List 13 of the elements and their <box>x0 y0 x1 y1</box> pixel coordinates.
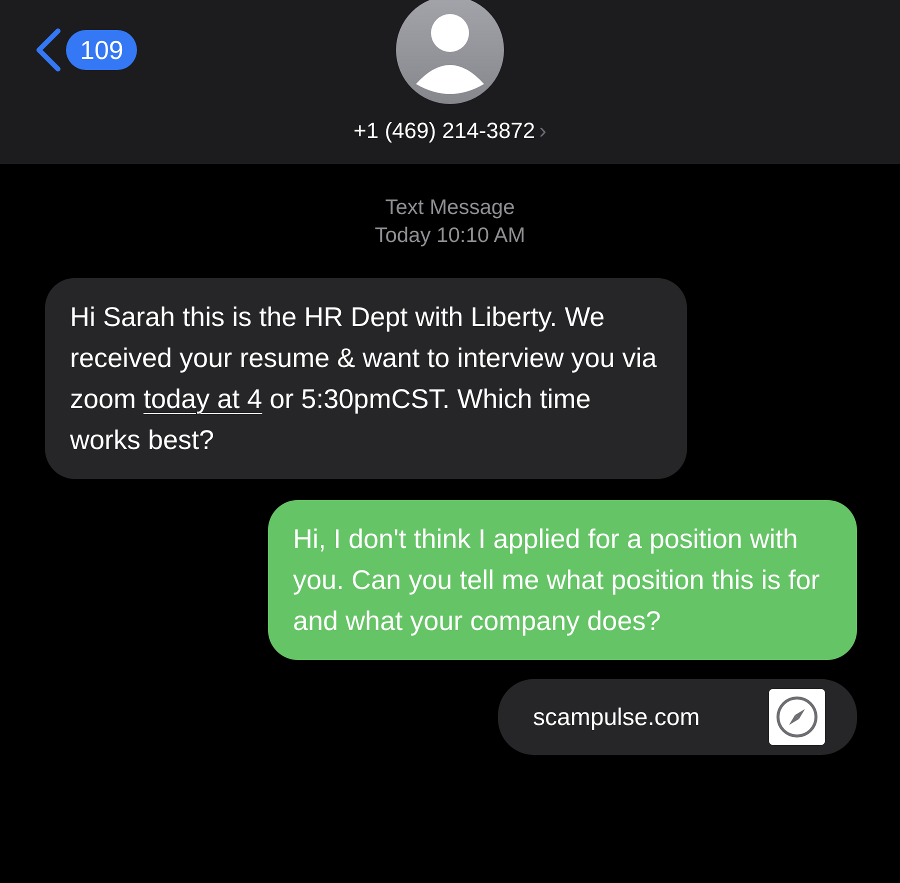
back-icon <box>34 28 62 72</box>
avatar-icon[interactable] <box>396 0 504 104</box>
back-button[interactable]: 109 <box>34 28 138 72</box>
date-link[interactable]: today at 4 <box>144 384 262 414</box>
link-preview[interactable]: scampulse.com <box>498 679 857 755</box>
service-label: Text Message <box>384 195 516 221</box>
incoming-message: Hi Sarah this is the HR Dept with Liberty. We received your resume & want to interview you via zoom today at 4 or 5:30pmCST. Which time works best? <box>45 278 687 479</box>
contact-name[interactable]: +1 (469) 214-3872 › <box>354 114 546 147</box>
unread-count: 109 <box>66 30 138 70</box>
compass-icon <box>769 689 825 745</box>
link-url: scampulse.com <box>533 702 700 732</box>
message-timestamp: Today 10:10 AM <box>374 223 526 249</box>
outgoing-message: Hi, I don't think I applied for a position with you. Can you tell me what position this is for and what your company does? <box>268 500 857 660</box>
